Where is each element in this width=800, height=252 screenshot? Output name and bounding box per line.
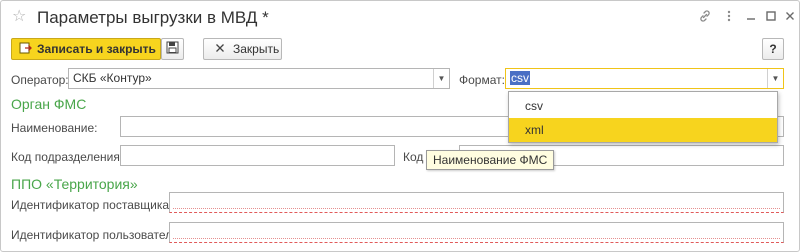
format-option-label: xml (525, 123, 544, 137)
format-option-csv[interactable]: csv (509, 94, 777, 118)
section-fms-title: Орган ФМС (11, 96, 87, 112)
save-and-close-icon (18, 41, 32, 57)
maximize-icon[interactable] (763, 9, 779, 25)
tooltip-text: Наименование ФМС (433, 153, 548, 167)
favorite-star-icon[interactable]: ☆ (12, 8, 26, 26)
section-ppo-title: ППО «Территория» (11, 176, 138, 192)
supplier-id-field[interactable] (169, 192, 784, 213)
close-button[interactable]: Закрыть (203, 38, 282, 60)
tooltip: Наименование ФМС (426, 150, 555, 170)
close-label: Закрыть (233, 42, 280, 56)
subdivision-code-label: Код подразделения: (11, 150, 124, 164)
operator-value: СКБ «Контур» (73, 71, 152, 85)
format-value: csv (510, 71, 530, 85)
user-id-field[interactable] (169, 222, 784, 243)
code-label: Код (403, 150, 424, 164)
operator-label: Оператор: (11, 73, 69, 87)
format-option-xml[interactable]: xml (509, 118, 777, 142)
operator-dropdown-chevron-icon[interactable]: ▼ (433, 69, 449, 88)
save-button[interactable] (161, 38, 184, 60)
help-button[interactable]: ? (762, 38, 784, 60)
dialog-window: ☆ Параметры выгрузки в МВД * Записать и … (0, 0, 800, 252)
subdivision-code-field[interactable] (120, 145, 395, 166)
window-title: Параметры выгрузки в МВД * (37, 8, 269, 27)
user-id-label: Идентификатор пользователя: (11, 228, 182, 242)
format-dropdown-chevron-icon[interactable]: ▼ (767, 69, 783, 88)
format-option-label: csv (525, 99, 543, 113)
save-and-close-button[interactable]: Записать и закрыть (11, 38, 161, 60)
help-label: ? (769, 42, 777, 56)
minimize-icon[interactable] (743, 9, 759, 25)
link-icon[interactable] (697, 9, 713, 25)
close-window-icon[interactable] (782, 9, 798, 25)
floppy-disk-icon (166, 41, 179, 57)
supplier-id-label: Идентификатор поставщика: (11, 198, 173, 212)
save-and-close-label: Записать и закрыть (37, 42, 156, 56)
format-dropdown-list: csv xml (508, 91, 778, 143)
more-menu-icon[interactable] (721, 9, 737, 25)
name-label: Наименование: (11, 121, 98, 135)
format-select[interactable]: csv ▼ (505, 68, 784, 89)
operator-select[interactable]: СКБ «Контур» ▼ (68, 68, 450, 89)
format-label: Формат: (459, 73, 505, 87)
close-x-icon (213, 43, 227, 56)
